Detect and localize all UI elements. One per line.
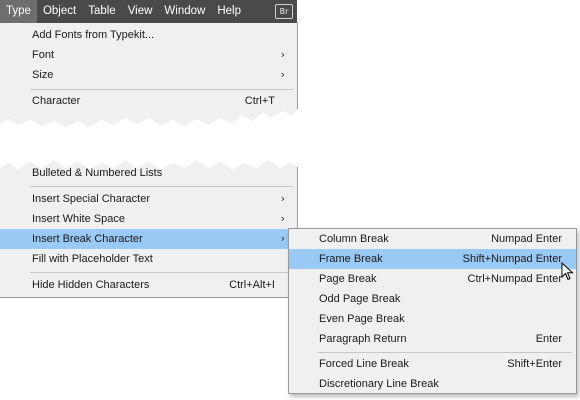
menu-item-hide-hidden-characters[interactable]: Hide Hidden Characters Ctrl+Alt+I [0,275,297,295]
menu-item-bulleted-lists[interactable]: Bulleted & Numbered Lists [0,163,297,183]
menu-view[interactable]: View [122,0,159,23]
chevron-right-icon: › [280,232,285,245]
menu-item-fill-placeholder[interactable]: Fill with Placeholder Text [0,249,297,269]
submenu-item-discretionary-line-break[interactable]: Discretionary Line Break [289,374,576,394]
menu-item-label: Column Break [319,233,389,245]
menu-item-font[interactable]: Font › [0,45,297,65]
menu-item-label: Insert Special Character [32,193,150,205]
menu-item-shortcut: Shift+Enter [507,358,562,370]
menu-item-shortcut: Ctrl+T [244,95,275,107]
chevron-right-icon: › [280,192,285,205]
menu-item-label: Character [32,95,81,107]
menu-object[interactable]: Object [37,0,82,23]
menu-separator [317,352,572,353]
chevron-right-icon: › [280,48,285,61]
submenu-item-forced-line-break[interactable]: Forced Line Break Shift+Enter [289,354,576,374]
menu-item-shortcut: Ctrl+Numpad Enter [467,273,562,285]
menu-window[interactable]: Window [158,0,211,23]
menu-item-label: Bulleted & Numbered Lists [32,167,163,179]
mouse-pointer-icon [561,262,574,281]
type-menu-bottom: Bulleted & Numbered Lists Insert Special… [0,160,298,298]
submenu-item-paragraph-return[interactable]: Paragraph Return Enter [289,329,576,349]
menu-item-label: Page Break [319,273,377,285]
menu-item-shortcut: Enter [535,333,562,345]
submenu-item-odd-page-break[interactable]: Odd Page Break [289,289,576,309]
menu-item-shortcut: Ctrl+Alt+I [229,279,275,291]
bridge-button[interactable]: Br [275,4,293,19]
menu-separator [30,186,293,187]
menu-item-label: Odd Page Break [319,293,401,305]
menu-separator [30,272,293,273]
menu-item-shortcut: Shift+Numpad Enter [462,253,562,265]
menu-table[interactable]: Table [82,0,122,23]
menu-separator [30,89,293,90]
menu-bar: Type Object Table View Window Help Br [0,0,297,23]
break-character-submenu: Column Break Numpad Enter Frame Break Sh… [288,228,577,394]
submenu-item-frame-break[interactable]: Frame Break Shift+Numpad Enter [289,249,576,269]
menu-item-label: Font [32,49,55,61]
menu-item-label: Fill with Placeholder Text [32,253,153,265]
menu-type[interactable]: Type [0,0,37,23]
menu-item-label: Insert Break Character [32,233,143,245]
menu-item-insert-white-space[interactable]: Insert White Space › [0,209,297,229]
menu-item-insert-special-character[interactable]: Insert Special Character › [0,189,297,209]
menu-item-label: Forced Line Break [319,358,409,370]
menu-item-label: Add Fonts from Typekit... [32,29,155,41]
menu-item-label: Hide Hidden Characters [32,279,150,291]
type-menu-top: Add Fonts from Typekit... Font › Size › … [0,23,298,128]
menu-item-insert-break-character[interactable]: Insert Break Character › [0,229,297,249]
menu-item-label: Paragraph Return [319,333,407,345]
menu-item-label: Size [32,69,54,81]
menu-item-label: Insert White Space [32,213,125,225]
submenu-item-page-break[interactable]: Page Break Ctrl+Numpad Enter [289,269,576,289]
menu-item-character[interactable]: Character Ctrl+T [0,91,297,111]
submenu-item-even-page-break[interactable]: Even Page Break [289,309,576,329]
chevron-right-icon: › [280,68,285,81]
menu-item-shortcut: Numpad Enter [491,233,562,245]
submenu-item-column-break[interactable]: Column Break Numpad Enter [289,229,576,249]
menu-item-label: Frame Break [319,253,383,265]
menu-item-add-fonts[interactable]: Add Fonts from Typekit... [0,25,297,45]
menu-item-label: Discretionary Line Break [319,378,439,390]
menu-item-label: Even Page Break [319,313,405,325]
chevron-right-icon: › [280,212,285,225]
menu-help[interactable]: Help [211,0,247,23]
menu-item-size[interactable]: Size › [0,65,297,85]
